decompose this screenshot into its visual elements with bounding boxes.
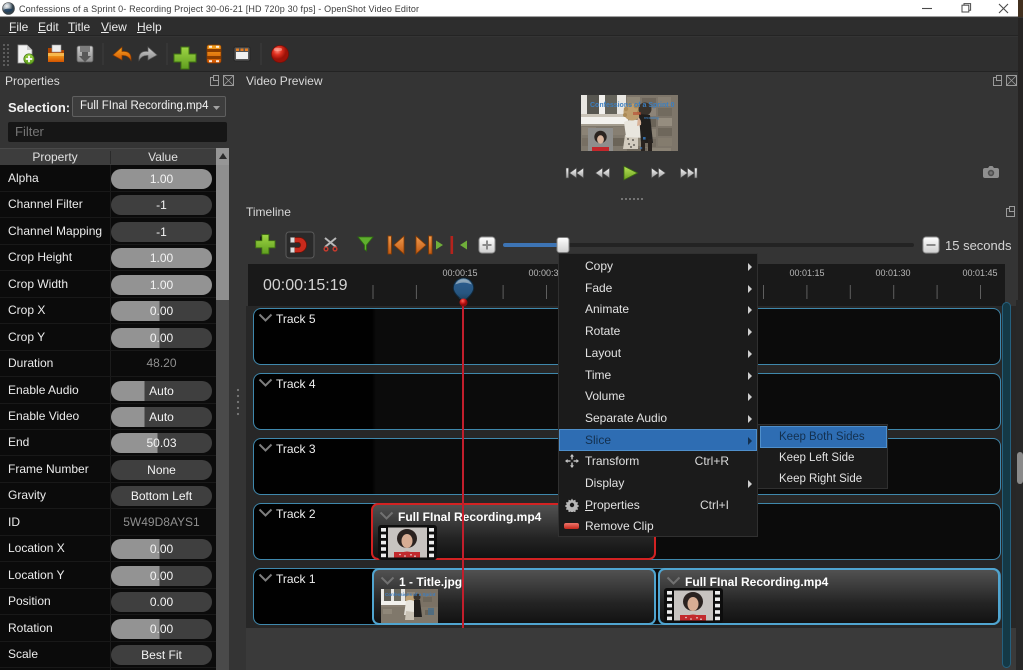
svg-text:Confessions of a Sprint: Confessions of a Sprint [385, 592, 436, 597]
svg-text:Confessions of a Sprint 0: Confessions of a Sprint 0 [590, 102, 675, 109]
svg-text:recording: recording [644, 116, 659, 120]
